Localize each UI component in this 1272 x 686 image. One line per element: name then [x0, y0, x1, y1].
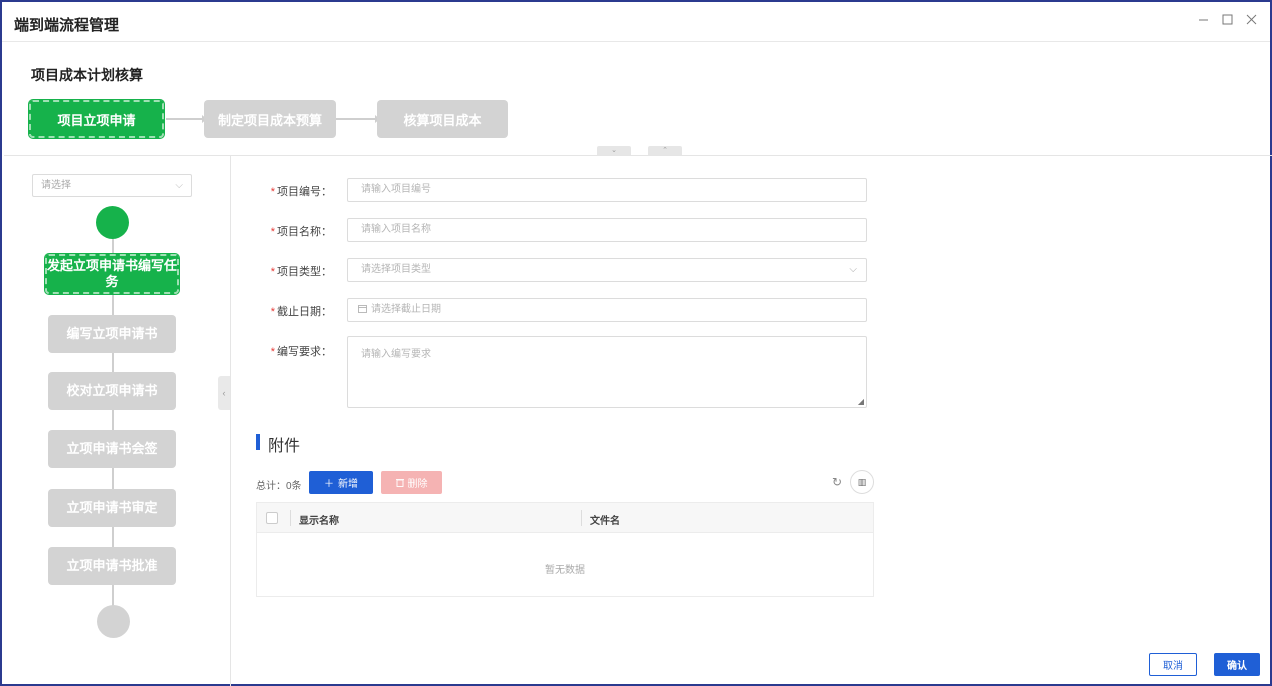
label-text: 项目名称： [277, 226, 332, 238]
plus-icon: ＋ [324, 479, 334, 490]
chevron-up-icon: ⌃ [662, 147, 668, 154]
collapse-up-tab[interactable]: ⌄ [597, 146, 631, 155]
chevron-left-icon: ‹ [222, 388, 226, 398]
trash-icon [395, 479, 404, 487]
delete-attachment-button[interactable]: 删除 [381, 471, 442, 494]
input-placeholder: 请选择项目类型 [361, 264, 431, 275]
label-text: 编写要求： [277, 346, 332, 358]
collapse-down-tab[interactable]: ⌃ [648, 146, 682, 155]
add-attachment-button[interactable]: ＋ 新增 [309, 471, 373, 494]
attachments-table: 显示名称 文件名 暂无数据 [256, 502, 874, 597]
table-header: 显示名称 文件名 [257, 503, 873, 533]
refresh-icon[interactable]: ↻ [832, 475, 842, 489]
input-placeholder: 请选择截止日期 [371, 304, 441, 315]
required-mark: * [270, 346, 275, 358]
confirm-button[interactable]: 确认 [1214, 653, 1260, 676]
column-header-display-name[interactable]: 显示名称 [299, 512, 339, 527]
section-title: 项目成本计划核算 [31, 67, 143, 83]
input-placeholder: 请输入编写要求 [361, 349, 431, 360]
vertical-divider [230, 155, 231, 686]
project-type-select[interactable]: 请选择项目类型 ⌵ [347, 258, 867, 282]
close-icon[interactable] [1244, 10, 1258, 28]
flow-start-node [96, 206, 129, 239]
step-cost-budget[interactable]: 制定项目成本预算 [204, 100, 336, 138]
required-mark: * [270, 306, 275, 318]
project-name-input[interactable]: 请输入项目名称 [347, 218, 867, 242]
flow-select-placeholder: 请选择 [41, 180, 71, 191]
flow-node-countersign[interactable]: 立项申请书会签 [48, 430, 176, 468]
section-accent-bar [256, 434, 260, 450]
label-project-name: * 项目名称： [264, 223, 332, 239]
flow-node-review[interactable]: 立项申请书审定 [48, 489, 176, 527]
minimize-icon[interactable] [1196, 10, 1210, 28]
window-controls [1196, 10, 1258, 28]
chevron-down-icon: ⌄ [611, 147, 617, 154]
required-mark: * [270, 226, 275, 238]
dialog-window: 端到端流程管理 项目成本计划核算 项目立项申请 制定项目成本预算 核算项目成本 … [0, 0, 1272, 686]
delete-label: 删除 [407, 479, 428, 490]
label-text: 截止日期： [277, 306, 332, 318]
flow-end-node [97, 605, 130, 638]
step-arrow [336, 115, 380, 123]
window-title: 端到端流程管理 [14, 17, 120, 34]
attachments-total: 总计：0条 [256, 481, 302, 492]
step-project-application[interactable]: 项目立项申请 [28, 99, 165, 139]
requirements-textarea[interactable]: 请输入编写要求 ◢ [347, 336, 867, 408]
chevron-down-icon: ⌵ [175, 180, 183, 191]
label-text: 项目类型： [277, 266, 332, 278]
column-divider [581, 510, 582, 526]
attachments-title: 附件 [268, 438, 301, 455]
maximize-icon[interactable] [1220, 10, 1234, 28]
project-number-input[interactable]: 请输入项目编号 [347, 178, 867, 202]
resize-handle-icon[interactable]: ◢ [858, 397, 864, 406]
flow-node-approve[interactable]: 立项申请书批准 [48, 547, 176, 585]
step-cost-accounting[interactable]: 核算项目成本 [377, 100, 508, 138]
input-placeholder: 请输入项目名称 [361, 224, 431, 235]
calendar-icon [358, 305, 367, 313]
label-requirements: * 编写要求： [264, 343, 332, 359]
add-label: 新增 [338, 479, 358, 490]
required-mark: * [270, 186, 275, 198]
select-all-checkbox[interactable] [266, 512, 278, 524]
column-divider [290, 510, 291, 526]
input-placeholder: 请输入项目编号 [361, 184, 431, 195]
label-deadline: * 截止日期： [264, 303, 332, 319]
chevron-down-icon: ⌵ [849, 264, 857, 275]
label-text: 项目编号： [277, 186, 332, 198]
title-bar: 端到端流程管理 [2, 2, 1270, 42]
deadline-date-picker[interactable]: 请选择截止日期 [347, 298, 867, 322]
flow-select[interactable]: 请选择 ⌵ [32, 174, 192, 197]
empty-state-text: 暂无数据 [545, 565, 585, 576]
step-arrow [166, 115, 207, 123]
panel-collapse-handle[interactable]: ‹ [218, 376, 230, 410]
column-header-file-name[interactable]: 文件名 [590, 512, 620, 527]
label-project-type: * 项目类型： [264, 263, 332, 279]
horizontal-divider [4, 155, 1272, 156]
label-project-number: * 项目编号： [264, 183, 332, 199]
flow-node-initiate[interactable]: 发起立项申请书编写任务 [44, 253, 180, 295]
column-settings-icon[interactable]: ▥ [850, 470, 874, 494]
required-mark: * [270, 266, 275, 278]
flow-node-proofread[interactable]: 校对立项申请书 [48, 372, 176, 410]
flow-node-write[interactable]: 编写立项申请书 [48, 315, 176, 353]
cancel-button[interactable]: 取消 [1149, 653, 1197, 676]
